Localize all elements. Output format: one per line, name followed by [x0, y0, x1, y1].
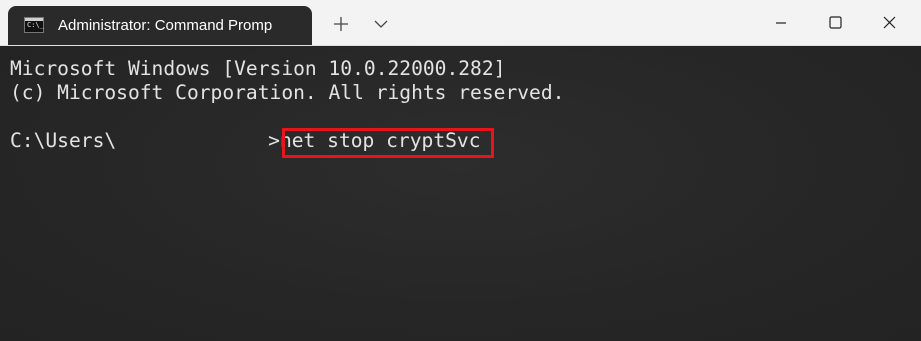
- command-prompt-icon: [24, 17, 44, 33]
- tab-command-prompt[interactable]: Administrator: Command Promp: [8, 6, 312, 45]
- tab-title: Administrator: Command Promp: [58, 17, 273, 34]
- maximize-icon: [828, 16, 842, 29]
- prompt-char: >: [268, 129, 280, 152]
- command-highlight-box: [282, 128, 494, 158]
- maximize-button[interactable]: [812, 0, 858, 45]
- close-icon: [883, 16, 895, 29]
- close-button[interactable]: [866, 0, 912, 45]
- minimize-button[interactable]: [758, 0, 804, 45]
- terminal-output[interactable]: Microsoft Windows [Version 10.0.22000.28…: [0, 46, 921, 341]
- copyright-line: (c) Microsoft Corporation. All rights re…: [10, 81, 565, 104]
- prompt-path: C:\Users\: [10, 129, 117, 152]
- new-tab-button[interactable]: [323, 8, 359, 40]
- tab-dropdown-button[interactable]: [365, 8, 397, 40]
- terminal-window: Administrator: Command Promp: [0, 0, 921, 341]
- plus-icon: [334, 17, 348, 31]
- version-line: Microsoft Windows [Version 10.0.22000.28…: [10, 57, 506, 80]
- minimize-icon: [776, 21, 786, 24]
- title-bar: Administrator: Command Promp: [0, 0, 921, 46]
- chevron-down-icon: [374, 20, 388, 28]
